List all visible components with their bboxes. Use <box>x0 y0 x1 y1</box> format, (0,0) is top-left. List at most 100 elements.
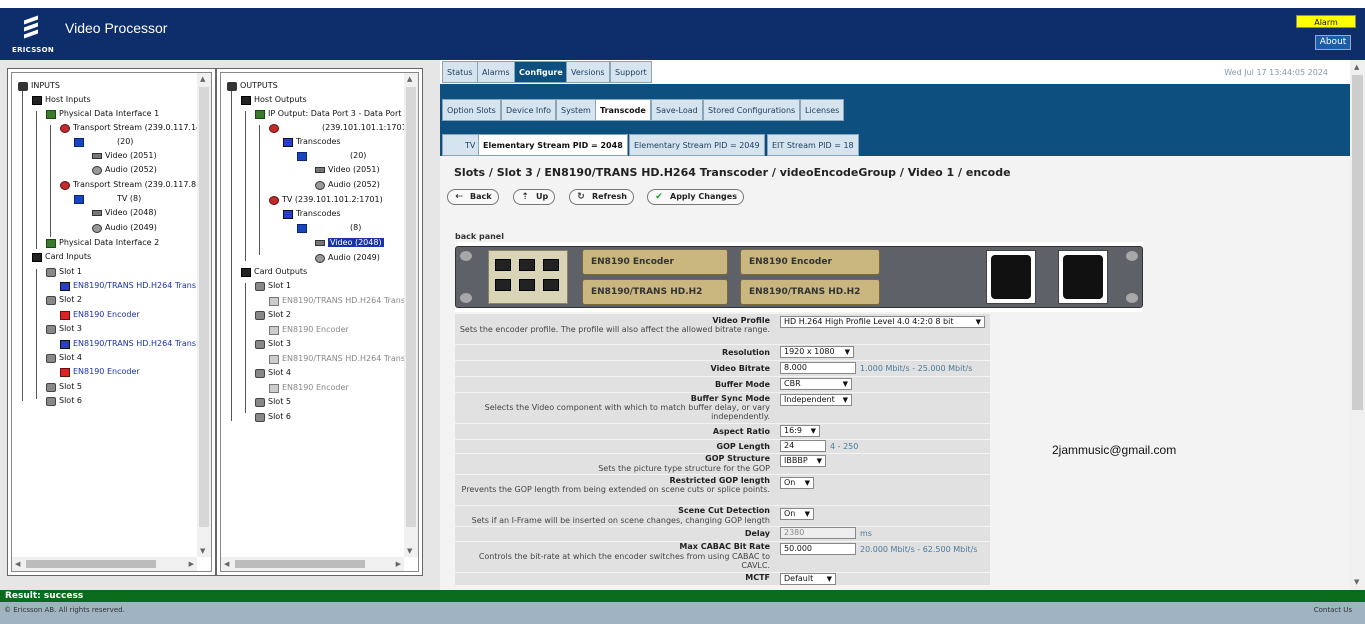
tree-out-video-2051[interactable]: Video (2051) <box>315 165 380 176</box>
tree-host-outputs[interactable]: Host Outputs <box>241 95 307 106</box>
subtab-stored-configurations[interactable]: Stored Configurations <box>703 99 801 121</box>
stream-tab-es-2049[interactable]: Elementary Stream PID = 2049 <box>629 134 765 156</box>
max-cabac-input[interactable]: 50.000 <box>780 543 856 555</box>
gop-structure-select[interactable]: IBBBP ▼ <box>780 455 826 467</box>
scroll-down-icon[interactable]: ▼ <box>200 547 205 555</box>
back-button[interactable]: ⇠ Back <box>447 189 499 205</box>
buffer-mode-select[interactable]: CBR ▼ <box>780 378 852 390</box>
host-icon <box>32 95 42 105</box>
stream-tab-eit-18[interactable]: EIT Stream PID = 18 <box>767 134 859 156</box>
subtab-system[interactable]: System <box>556 99 596 121</box>
apply-changes-button[interactable]: ✔ Apply Changes <box>647 189 744 205</box>
tree-ip-output[interactable]: IP Output: Data Port 3 - Data Port 4 <box>255 109 409 120</box>
tree-out-ts-2[interactable]: TV (239.101.101.2:1701) <box>269 195 383 206</box>
tree-out-slot-6[interactable]: Slot 6 <box>255 412 291 423</box>
scroll-down-icon[interactable]: ▼ <box>1354 578 1359 586</box>
inputs-hscroll[interactable]: ◀ ▶ <box>12 557 197 571</box>
subtab-licenses[interactable]: Licenses <box>800 99 845 121</box>
tree-out-slot-1[interactable]: Slot 1 <box>255 281 291 292</box>
tree-pdi-1[interactable]: Physical Data Interface 1 <box>46 109 159 120</box>
scroll-up-icon[interactable]: ▲ <box>1354 63 1359 71</box>
tree-out-service-20[interactable]: (20) <box>297 151 366 162</box>
tree-out-slot-5[interactable]: Slot 5 <box>255 397 291 408</box>
subtab-save-load[interactable]: Save-Load <box>651 99 703 121</box>
tree-out-slot-1-card[interactable]: EN8190/TRANS HD.H264 Trans <box>269 296 405 307</box>
tree-in-slot-1[interactable]: Slot 1 <box>46 267 82 278</box>
tree-out-slot-4[interactable]: Slot 4 <box>255 368 291 379</box>
tree-out-slot-2-card[interactable]: EN8190 Encoder <box>269 325 349 336</box>
tree-out-slot-4-card[interactable]: EN8190 Encoder <box>269 383 349 394</box>
about-button[interactable]: About <box>1315 35 1351 50</box>
tree-in-slot-3-card[interactable]: EN8190/TRANS HD.H264 Trans <box>60 339 196 350</box>
delay-input[interactable]: 2380 <box>780 527 856 539</box>
subtab-option-slots[interactable]: Option Slots <box>442 99 501 121</box>
tree-in-slot-6[interactable]: Slot 6 <box>46 396 82 407</box>
main-vscroll[interactable]: ▲ ▼ <box>1350 60 1365 590</box>
tree-in-slot-4[interactable]: Slot 4 <box>46 353 82 364</box>
video-bitrate-input[interactable]: 8.000 <box>780 362 856 374</box>
tree-in-slot-1-card[interactable]: EN8190/TRANS HD.H264 Trans <box>60 281 196 292</box>
tab-support[interactable]: Support <box>610 61 652 83</box>
tree-host-inputs[interactable]: Host Inputs <box>32 95 91 106</box>
inputs-vscroll[interactable]: ▲ ▼ <box>197 73 211 557</box>
scroll-left-icon[interactable]: ◀ <box>15 560 20 568</box>
scroll-left-icon[interactable]: ◀ <box>224 560 229 568</box>
tree-out-ts-1[interactable]: (239.101.101.1:1701) <box>269 123 410 134</box>
tree-ts-1[interactable]: Transport Stream (239.0.117.14 <box>60 123 201 134</box>
tab-status[interactable]: Status <box>442 61 478 83</box>
tree-out-slot-3[interactable]: Slot 3 <box>255 339 291 350</box>
video-profile-select[interactable]: HD H.264 High Profile Level 4.0 4:2:0 8 … <box>780 316 985 328</box>
stream-tab-es-2048[interactable]: Elementary Stream PID = 2048 <box>478 134 628 156</box>
tree-ts-2[interactable]: Transport Stream (239.0.117.8: <box>60 180 199 191</box>
tree-in-slot-3[interactable]: Slot 3 <box>46 324 82 335</box>
buffer-sync-select[interactable]: Independent ▼ <box>780 394 852 406</box>
chevron-down-icon: ▼ <box>804 510 810 518</box>
tree-service-20[interactable]: (20) <box>74 137 133 148</box>
contact-link[interactable]: Contact Us <box>1314 606 1352 614</box>
outputs-vscroll[interactable]: ▲ ▼ <box>404 73 418 557</box>
tree-out-service-8[interactable]: (8) <box>297 223 361 234</box>
tree-video-2048[interactable]: Video (2048) <box>92 208 157 219</box>
tree-transcodes-2[interactable]: Transcodes <box>283 209 341 220</box>
tree-video-2051[interactable]: Video (2051) <box>92 151 157 162</box>
transport-stream-icon <box>269 195 279 205</box>
tree-transcodes-1[interactable]: Transcodes <box>283 137 341 148</box>
scroll-down-icon[interactable]: ▼ <box>407 547 412 555</box>
scene-cut-select[interactable]: On ▼ <box>780 508 814 520</box>
tree-audio-2052[interactable]: Audio (2052) <box>92 165 157 176</box>
tree-pdi-2[interactable]: Physical Data Interface 2 <box>46 238 159 249</box>
scroll-right-icon[interactable]: ▶ <box>396 560 401 568</box>
outputs-hscroll[interactable]: ◀ ▶ <box>221 557 404 571</box>
restricted-gop-select[interactable]: On ▼ <box>780 477 814 489</box>
mctf-select[interactable]: Default ▼ <box>780 573 836 585</box>
transcoder-icon <box>60 339 70 349</box>
up-button[interactable]: ⇡ Up <box>513 189 556 205</box>
aspect-ratio-select[interactable]: 16:9 ▼ <box>780 425 820 437</box>
tree-in-slot-4-card[interactable]: EN8190 Encoder <box>60 367 140 378</box>
tree-out-audio-2049[interactable]: Audio (2049) <box>315 253 380 264</box>
refresh-button[interactable]: ↻ Refresh <box>569 189 634 205</box>
tree-audio-2049[interactable]: Audio (2049) <box>92 223 157 234</box>
tab-versions[interactable]: Versions <box>566 61 610 83</box>
tree-card-outputs[interactable]: Card Outputs <box>241 267 307 278</box>
tree-card-inputs[interactable]: Card Inputs <box>32 252 91 263</box>
tab-configure[interactable]: Configure <box>514 61 568 83</box>
alarm-indicator[interactable]: Alarm <box>1296 15 1356 28</box>
scroll-up-icon[interactable]: ▲ <box>200 75 205 83</box>
subtab-device-info[interactable]: Device Info <box>501 99 557 121</box>
subtab-transcode[interactable]: Transcode <box>595 99 651 121</box>
scroll-right-icon[interactable]: ▶ <box>189 560 194 568</box>
tree-out-audio-2052[interactable]: Audio (2052) <box>315 180 380 191</box>
tree-service-tv[interactable]: TV (8) <box>74 194 141 205</box>
scroll-up-icon[interactable]: ▲ <box>407 75 412 83</box>
tree-out-slot-3-card[interactable]: EN8190/TRANS HD.H264 Trans <box>269 354 405 365</box>
tree-in-slot-5[interactable]: Slot 5 <box>46 382 82 393</box>
tree-in-slot-2[interactable]: Slot 2 <box>46 295 82 306</box>
stream-tab-tv[interactable]: TV <box>442 134 481 156</box>
tree-out-video-2048[interactable]: Video (2048) <box>315 238 384 249</box>
resolution-select[interactable]: 1920 x 1080 ▼ <box>780 346 854 358</box>
tab-alarms[interactable]: Alarms <box>477 61 515 83</box>
gop-length-input[interactable]: 24 <box>780 440 826 452</box>
tree-in-slot-2-card[interactable]: EN8190 Encoder <box>60 310 140 321</box>
tree-out-slot-2[interactable]: Slot 2 <box>255 310 291 321</box>
